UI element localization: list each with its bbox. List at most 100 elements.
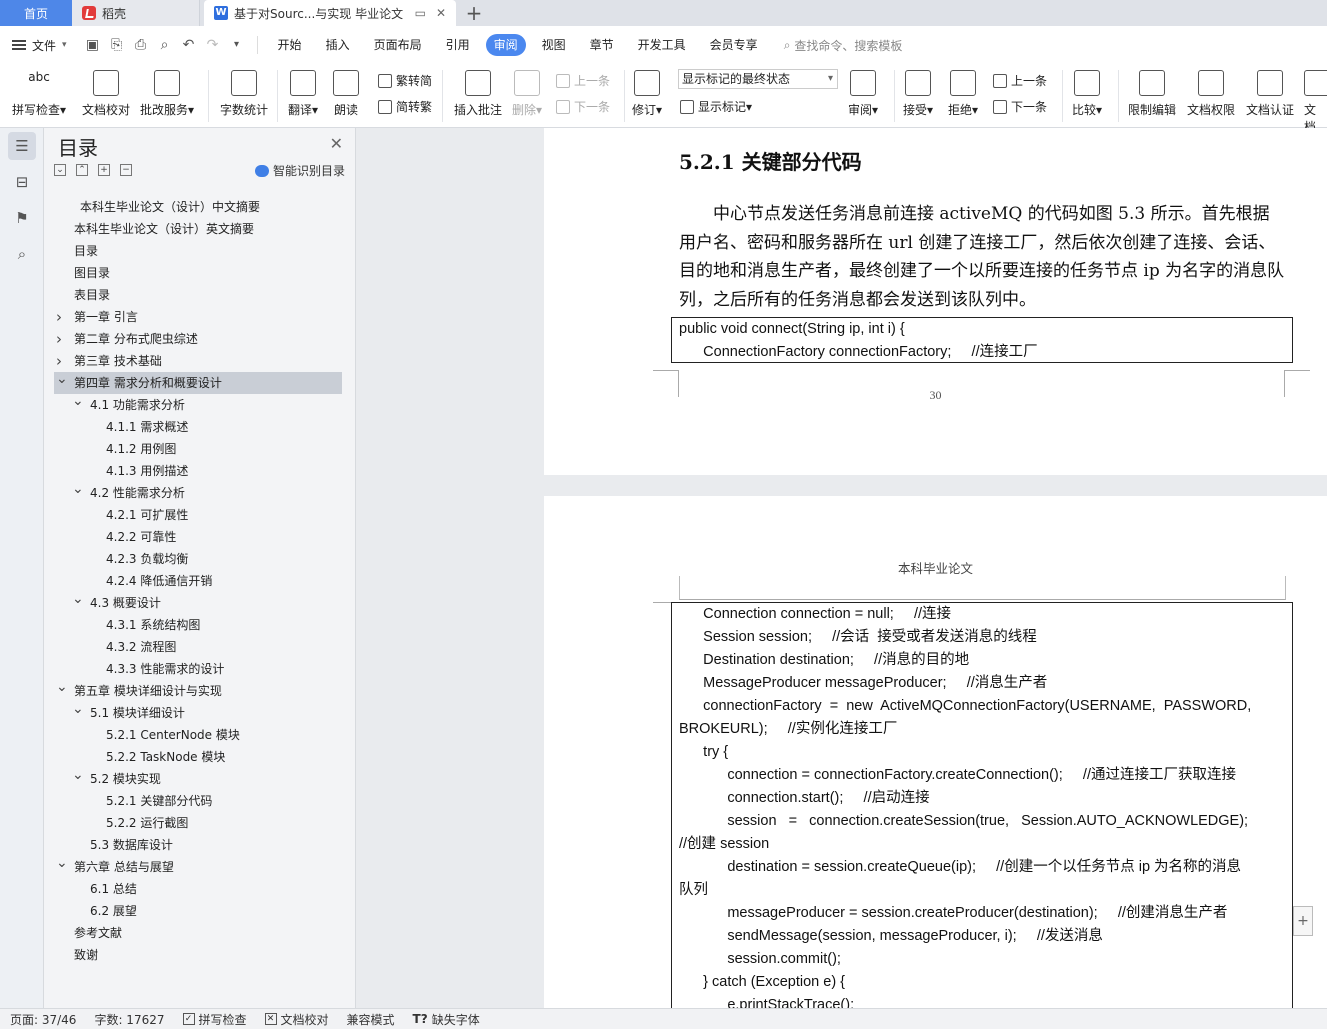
menu-tab-1[interactable]: 插入 <box>314 34 362 56</box>
save-icon[interactable]: ▣ <box>85 37 101 53</box>
toc-item[interactable]: 5.2.1 CenterNode 模块 <box>54 724 342 746</box>
translate-button[interactable]: 翻译▾ <box>288 70 318 118</box>
toc-item[interactable]: 4.3.2 流程图 <box>54 636 342 658</box>
toc-item[interactable]: › 第二章 分布式爬虫综述 <box>54 328 342 350</box>
toc-item[interactable]: 5.2.2 TaskNode 模块 <box>54 746 342 768</box>
toc-item[interactable]: 5.3 数据库设计 <box>54 834 342 856</box>
more-document-button[interactable]: 文档 <box>1304 70 1327 135</box>
toc-item[interactable]: 目录 <box>54 240 342 262</box>
undo-icon[interactable]: ↶ <box>181 37 197 53</box>
chevron-right-icon[interactable]: › <box>56 328 62 350</box>
toc-item[interactable]: 4.1.1 需求概述 <box>54 416 342 438</box>
next-change-button[interactable]: 下一条 <box>993 98 1047 115</box>
prev-change-button[interactable]: 上一条 <box>993 72 1047 89</box>
chevron-down-icon[interactable]: ⌄ <box>72 390 84 412</box>
close-icon[interactable]: ✕ <box>330 134 343 153</box>
toc-item[interactable]: 4.2.1 可扩展性 <box>54 504 342 526</box>
collapse-all-icon[interactable]: ⌄ <box>54 164 66 176</box>
status-proofread[interactable]: ✕ 文档校对 <box>264 1011 329 1028</box>
correction-service-button[interactable]: 批改服务▾ <box>140 70 194 118</box>
toc-item[interactable]: › 第一章 引言 <box>54 306 342 328</box>
menu-tab-3[interactable]: 引用 <box>434 34 482 56</box>
menu-tab-7[interactable]: 开发工具 <box>626 34 698 56</box>
quick-access-more-icon[interactable]: ▾ <box>229 37 245 53</box>
toc-panel-icon[interactable]: ☰ <box>8 132 36 160</box>
toc-item[interactable]: 4.2.2 可靠性 <box>54 526 342 548</box>
insert-comment-button[interactable]: 插入批注 <box>454 70 502 118</box>
toc-item[interactable]: ⌄ 4.2 性能需求分析 <box>54 481 342 504</box>
tab-home[interactable]: 首页 <box>0 0 72 26</box>
toc-item[interactable]: ⌄ 4.3 概要设计 <box>54 591 342 614</box>
toc-item[interactable]: ⌄ 第四章 需求分析和概要设计 <box>54 371 342 394</box>
toc-item[interactable]: 4.3.1 系统结构图 <box>54 614 342 636</box>
toc-item[interactable]: 图目录 <box>54 262 342 284</box>
review-pane-button[interactable]: 审阅▾ <box>848 70 878 118</box>
track-changes-button[interactable]: 修订▾ <box>632 70 662 118</box>
new-tab-button[interactable]: + <box>456 0 492 26</box>
toc-item[interactable]: 6.2 展望 <box>54 900 342 922</box>
toc-item[interactable]: 4.2.3 负载均衡 <box>54 548 342 570</box>
toc-item[interactable]: › 第三章 技术基础 <box>54 350 342 372</box>
tab-active-document[interactable]: W 基于对Sourc...与实现 毕业论文 ▭ ✕ <box>204 0 456 26</box>
reject-button[interactable]: 拒绝▾ <box>948 70 978 118</box>
menu-tab-4[interactable]: 审阅 <box>485 34 526 56</box>
chevron-down-icon[interactable]: ⌄ <box>72 698 84 720</box>
tab-display-icon[interactable]: ▭ <box>415 6 426 20</box>
status-spell-check[interactable]: ✓ 拼写检查 <box>182 1011 247 1028</box>
toc-item[interactable]: 5.2.2 运行截图 <box>54 812 342 834</box>
chevron-down-icon[interactable]: ⌄ <box>56 368 68 390</box>
toc-item[interactable]: 表目录 <box>54 284 342 306</box>
trad-to-simp-button[interactable]: 繁转简 <box>378 72 432 89</box>
add-icon[interactable]: + <box>1293 906 1313 936</box>
toc-item[interactable]: 5.2.1 关键部分代码 <box>54 790 342 812</box>
toc-item[interactable]: ⌄ 5.2 模块实现 <box>54 767 342 790</box>
file-menu[interactable]: 文件 ▾ <box>12 37 67 54</box>
toc-item[interactable]: 6.1 总结 <box>54 878 342 900</box>
toc-item[interactable]: 4.1.2 用例图 <box>54 438 342 460</box>
toc-item[interactable]: 4.3.3 性能需求的设计 <box>54 658 342 680</box>
read-aloud-button[interactable]: 朗读 <box>333 70 359 118</box>
redo-icon[interactable]: ↷ <box>205 37 221 53</box>
toc-item[interactable]: 致谢 <box>54 944 342 966</box>
tab-close-icon[interactable]: ✕ <box>436 6 446 20</box>
word-count-indicator[interactable]: 字数: 17627 <box>94 1011 164 1028</box>
find-icon[interactable]: ⌕ <box>8 240 36 268</box>
delete-comment-button[interactable]: 删除▾ <box>512 70 542 118</box>
print-icon[interactable]: ⎙ <box>133 37 149 53</box>
tab-docer[interactable]: 稻壳 <box>72 0 200 26</box>
export-pdf-icon[interactable]: ⎘ <box>109 37 125 53</box>
toc-item[interactable]: 参考文献 <box>54 922 342 944</box>
expand-all-icon[interactable]: ⌃ <box>76 164 88 176</box>
smart-toc-button[interactable]: 智能识别目录 <box>254 162 345 179</box>
toc-item[interactable]: 4.1.3 用例描述 <box>54 460 342 482</box>
document-permission-button[interactable]: 文档权限 <box>1187 70 1235 118</box>
proofread-button[interactable]: 文档校对 <box>82 70 130 118</box>
remove-heading-icon[interactable]: − <box>120 164 132 176</box>
toc-item[interactable]: ⌄ 4.1 功能需求分析 <box>54 393 342 416</box>
compare-button[interactable]: 比较▾ <box>1072 70 1102 118</box>
chevron-down-icon[interactable]: ⌄ <box>72 478 84 500</box>
document-certify-button[interactable]: 文档认证 <box>1246 70 1294 118</box>
simp-to-trad-button[interactable]: 简转繁 <box>378 98 432 115</box>
chevron-down-icon[interactable]: ⌄ <box>72 764 84 786</box>
menu-tab-8[interactable]: 会员专享 <box>698 34 770 56</box>
chevron-down-icon[interactable]: ⌄ <box>56 676 68 698</box>
bookmark-icon[interactable]: ⚑ <box>8 204 36 232</box>
chevron-down-icon[interactable]: ⌄ <box>56 852 68 874</box>
chapter-nav-icon[interactable]: ⊟ <box>8 168 36 196</box>
missing-font-button[interactable]: T? 缺失字体 <box>413 1011 480 1028</box>
show-markup-button[interactable]: 显示标记▾ <box>680 98 752 115</box>
add-heading-icon[interactable]: + <box>98 164 110 176</box>
command-search[interactable]: ⌕ 查找命令、搜索模板 <box>784 37 903 54</box>
toc-item[interactable]: 本科生毕业论文（设计）中文摘要 <box>54 196 342 218</box>
next-comment-button[interactable]: 下一条 <box>556 98 610 115</box>
print-preview-icon[interactable]: ⌕ <box>157 37 173 53</box>
document-area[interactable]: 5.2.1 关键部分代码 中心节点发送任务消息前连接 activeMQ 的代码如… <box>356 128 1327 1008</box>
spell-check-button[interactable]: abc 拼写检查▾ <box>12 70 66 118</box>
toc-item[interactable]: ⌄ 第六章 总结与展望 <box>54 855 342 878</box>
accept-button[interactable]: 接受▾ <box>903 70 933 118</box>
word-count-button[interactable]: 字数统计 <box>220 70 268 118</box>
toc-item[interactable]: 本科生毕业论文（设计）英文摘要 <box>54 218 342 240</box>
toc-item[interactable]: ⌄ 第五章 模块详细设计与实现 <box>54 679 342 702</box>
toc-item[interactable]: 4.2.4 降低通信开销 <box>54 570 342 592</box>
